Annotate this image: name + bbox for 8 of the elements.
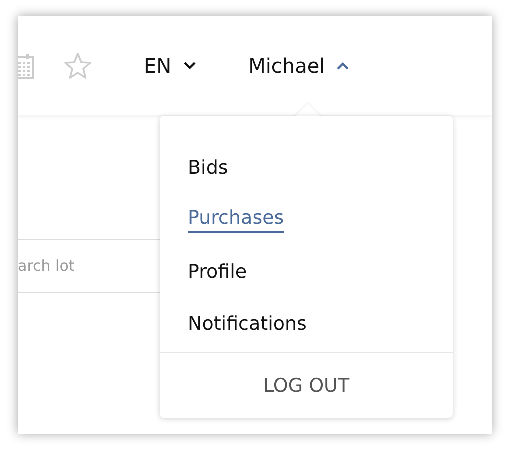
logout-button[interactable]: LOG OUT — [160, 352, 453, 418]
menu-item[interactable]: Profile — [188, 246, 248, 298]
star-icon[interactable] — [64, 52, 92, 80]
language-dropdown[interactable]: EN — [144, 54, 196, 78]
menu-item[interactable]: Bids — [188, 142, 228, 194]
menu-item[interactable]: Notifications — [188, 298, 307, 350]
menu-item[interactable]: Purchases — [188, 194, 284, 246]
user-dropdown[interactable]: Michael — [248, 54, 350, 78]
